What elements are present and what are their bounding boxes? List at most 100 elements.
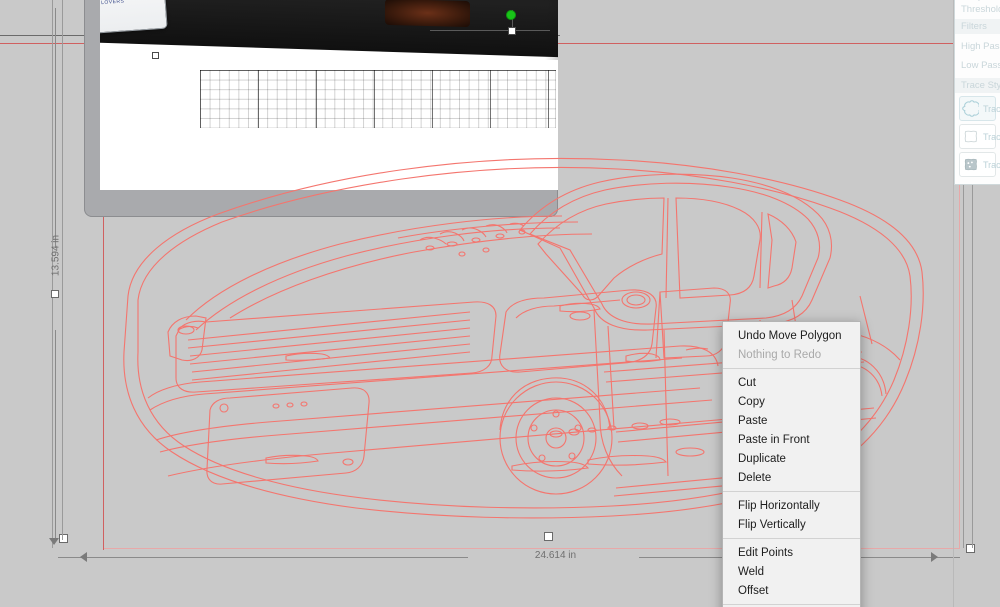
front-wheel-tire — [516, 398, 596, 478]
menu-item-undo[interactable]: Undo Move Polygon — [723, 326, 860, 345]
wheel-arch — [500, 378, 610, 430]
lower-detail-6 — [660, 419, 680, 425]
image-preview-area[interactable]: TOYOTA VIRGINIA VIRGINIA IS FOR LOVERS — [100, 0, 558, 190]
hood-speckle-3 — [462, 228, 486, 237]
plate-screw-icon — [220, 404, 228, 412]
trace-style-label-silhouette: Trac — [983, 131, 1000, 142]
plate-detail-5 — [343, 459, 353, 465]
menu-item-duplicate[interactable]: Duplicate — [723, 449, 860, 468]
trace-style-option-filled[interactable]: Trac — [959, 152, 1000, 177]
menu-item-copy[interactable]: Copy — [723, 392, 860, 411]
height-arrow-icon — [49, 538, 59, 545]
lower-detail-1 — [550, 431, 562, 437]
rear-pillar-line — [860, 296, 872, 344]
bumper-line-2 — [150, 358, 682, 410]
width-resize-handle[interactable] — [544, 532, 553, 541]
fog-light-icon — [385, 0, 470, 28]
trace-style-option-outline[interactable]: Trac — [959, 96, 1000, 121]
width-dimension-line-left — [58, 557, 468, 558]
right-headlight-lens — [570, 312, 590, 320]
lug-1 — [553, 411, 559, 417]
roof-outline — [520, 174, 832, 330]
left-headlight-detail — [178, 326, 198, 330]
license-plate-recess — [207, 388, 369, 484]
trace-style-section-header: Trace Style — [955, 78, 1000, 93]
side-mirror-detail — [686, 348, 708, 350]
plate-slogan-text: VIRGINIA IS FOR LOVERS — [100, 0, 125, 9]
selection-handle-bottom-right[interactable] — [966, 544, 975, 553]
image-mat-panel[interactable]: TOYOTA VIRGINIA VIRGINIA IS FOR LOVERS — [84, 0, 558, 217]
menu-item-cut[interactable]: Cut — [723, 373, 860, 392]
front-side-window — [676, 198, 760, 298]
grille-slat-3 — [190, 328, 470, 356]
high-pass-field[interactable]: High Pass ( — [955, 37, 1000, 56]
lower-detail-9 — [676, 448, 704, 456]
hood-speckle-1 — [420, 237, 446, 244]
grille-housing — [176, 302, 496, 392]
context-menu-group-0: Undo Move Polygon Nothing to Redo — [723, 326, 860, 364]
menu-item-delete[interactable]: Delete — [723, 468, 860, 487]
speckle-dot-6 — [459, 252, 465, 256]
hood-crease-2 — [398, 222, 578, 238]
menu-item-weld[interactable]: Weld — [723, 562, 860, 581]
hood-edge-upper — [186, 216, 562, 320]
right-headlight-outline — [500, 290, 657, 372]
grille-emblem — [286, 353, 330, 360]
roof-outline-inner — [530, 183, 820, 324]
menu-item-edit-points[interactable]: Edit Points — [723, 543, 860, 562]
door-handle-icon — [626, 353, 660, 361]
menu-item-flip-vertically[interactable]: Flip Vertically — [723, 515, 860, 534]
grille-slat-2 — [188, 320, 470, 348]
trace-settings-panel[interactable]: Despeckle Threshold Filters High Pass ( … — [954, 0, 1000, 185]
trace-style-label-outline: Trac — [983, 103, 1000, 114]
menu-item-flip-horizontally[interactable]: Flip Horizontally — [723, 496, 860, 515]
mirror-icon — [622, 292, 650, 308]
width-arrow-right-icon — [931, 552, 938, 562]
lug-4 — [539, 455, 545, 461]
menu-separator-2 — [723, 491, 860, 492]
context-menu-group-2: Flip Horizontally Flip Vertically — [723, 496, 860, 534]
bumper-bottom-edge — [168, 418, 740, 476]
filters-section-header: Filters — [955, 19, 1000, 34]
plate-detail-1 — [273, 404, 279, 408]
height-dimension[interactable]: 13.594 in — [44, 0, 68, 607]
lower-detail-3 — [588, 428, 596, 432]
hood-crease — [230, 234, 592, 318]
door-line-1 — [608, 326, 614, 428]
plate-detail-4 — [266, 455, 318, 463]
lug-3 — [569, 453, 575, 459]
threshold-label: Threshold — [961, 4, 1000, 15]
door-line-2 — [664, 330, 668, 476]
trace-outline-icon — [962, 100, 979, 117]
photo-center-handle[interactable] — [508, 27, 516, 35]
menu-separator-4 — [723, 604, 860, 605]
lower-detail-2 — [569, 429, 579, 435]
trace-style-label-filled: Trac — [983, 159, 1000, 170]
context-menu[interactable]: Undo Move Polygon Nothing to Redo Cut Co… — [722, 321, 861, 607]
plate-detail-3 — [301, 402, 307, 406]
hood-speckle-5 — [510, 223, 524, 226]
bumper-top-edge — [148, 346, 718, 398]
plate-detail-2 — [287, 403, 293, 407]
width-arrow-left-icon — [80, 552, 87, 562]
lower-detail-8 — [588, 456, 666, 466]
hood-speckle-2 — [440, 232, 464, 241]
low-pass-field[interactable]: Low Pass ( — [955, 56, 1000, 75]
context-menu-group-3: Edit Points Weld Offset — [723, 543, 860, 600]
trace-style-option-silhouette[interactable]: Trac — [959, 124, 1000, 149]
bumper-line-4 — [160, 400, 712, 452]
c-pillar-line — [760, 212, 762, 288]
photo-edge-handle[interactable] — [152, 52, 159, 59]
front-wheel-outer — [500, 382, 612, 494]
front-wheel-hub — [546, 428, 566, 448]
bumper-line-3 — [156, 388, 700, 440]
menu-item-paste[interactable]: Paste — [723, 411, 860, 430]
rotate-handle-icon[interactable] — [506, 10, 516, 20]
menu-item-offset[interactable]: Offset — [723, 581, 860, 600]
width-dimension-label: 24.614 in — [534, 550, 577, 561]
menu-item-paste-in-front[interactable]: Paste in Front — [723, 430, 860, 449]
right-turn-signal — [660, 288, 730, 358]
lower-detail-5 — [632, 423, 648, 429]
lower-detail-7 — [512, 462, 588, 472]
height-resize-handle[interactable] — [51, 290, 59, 298]
